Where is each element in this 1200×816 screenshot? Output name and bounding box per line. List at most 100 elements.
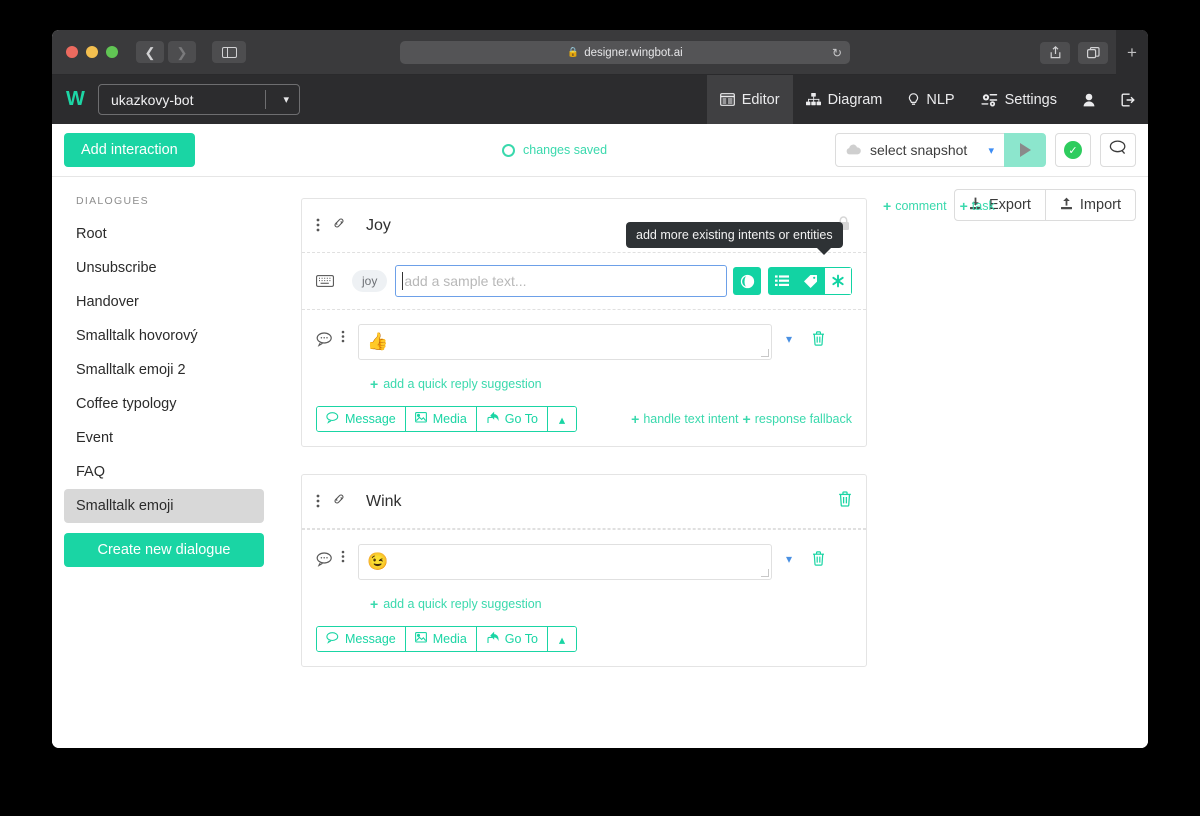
snapshot-label: select snapshot <box>870 142 968 158</box>
chain-link-icon[interactable] <box>332 492 346 511</box>
message-text-input[interactable]: 👍 <box>358 324 772 360</box>
lock-icon: 🔒 <box>567 47 580 58</box>
validate-button[interactable]: ✓ <box>1055 133 1091 167</box>
plus-icon: + <box>370 376 379 392</box>
more-vertical-icon[interactable] <box>341 550 345 565</box>
new-tab-button[interactable]: + <box>1116 30 1148 75</box>
diagram-icon <box>805 93 821 106</box>
maximize-window-button[interactable] <box>106 46 118 58</box>
trash-icon[interactable] <box>838 491 852 512</box>
handle-text-intent-link[interactable]: + handle text intent <box>631 411 738 427</box>
nav-item-editor[interactable]: Editor <box>706 75 793 124</box>
import-button[interactable]: Import <box>1045 189 1136 221</box>
interaction-card-joy: Joy joy add a sample text... add more ex… <box>301 198 867 447</box>
speech-bubble-icon <box>326 412 339 426</box>
plus-icon: + <box>883 198 892 214</box>
add-quick-reply-link[interactable]: + add a quick reply suggestion <box>370 376 852 392</box>
sidebar-item-smalltalk-hovorovy[interactable]: Smalltalk hovorový <box>64 319 264 353</box>
sidebar-item-coffee-typology[interactable]: Coffee typology <box>64 387 264 421</box>
logout-icon <box>1121 93 1135 107</box>
response-fallback-link[interactable]: + response fallback <box>743 411 852 427</box>
card-action-links: + handle text intent + response fallback <box>631 411 852 427</box>
check-circle-icon: ✓ <box>1064 141 1082 159</box>
add-message-button[interactable]: Message <box>317 627 406 651</box>
add-goto-button[interactable]: Go To <box>476 407 548 431</box>
list-icon-button[interactable] <box>768 267 796 295</box>
sidebar-item-event[interactable]: Event <box>64 421 264 455</box>
bot-selector[interactable]: ukazkovy-bot ▾ <box>98 84 300 115</box>
chevron-down-icon[interactable]: ▾ <box>786 552 792 566</box>
add-interaction-button[interactable]: Add interaction <box>64 133 195 167</box>
nav-item-settings[interactable]: Settings <box>968 75 1070 124</box>
speech-bubble-icon <box>326 632 339 646</box>
sidebar-item-root[interactable]: Root <box>64 217 264 251</box>
address-bar[interactable]: 🔒 designer.wingbot.ai ↻ <box>400 41 850 64</box>
share-icon[interactable] <box>1040 41 1070 64</box>
forward-arrow-icon[interactable]: ❯ <box>168 41 196 63</box>
chat-button[interactable] <box>1100 133 1136 167</box>
selector-divider <box>265 90 266 109</box>
address-bar-text: designer.wingbot.ai <box>584 46 683 59</box>
more-vertical-icon[interactable] <box>341 330 345 345</box>
chevron-down-icon[interactable]: ▾ <box>988 144 994 157</box>
traffic-lights <box>66 46 118 58</box>
interaction-card-wink: Wink 😉 ▾ + add a quick reply suggestion … <box>301 474 867 667</box>
trash-icon[interactable] <box>812 331 825 351</box>
nav-label-diagram: Diagram <box>827 91 883 108</box>
add-media-label: Media <box>432 632 467 646</box>
sidebar-toggle-icon[interactable] <box>212 41 246 63</box>
tag-icon-button[interactable] <box>796 267 824 295</box>
add-goto-label: Go To <box>504 632 538 646</box>
add-element-group: Message Media Go To ▴ <box>316 626 578 652</box>
reload-icon[interactable]: ↻ <box>832 46 842 60</box>
minimize-window-button[interactable] <box>86 46 98 58</box>
plus-icon: + <box>370 596 379 612</box>
snapshot-selector[interactable]: select snapshot ▾ <box>835 133 1005 167</box>
nav-item-logout[interactable] <box>1108 75 1148 124</box>
sidebar-item-unsubscribe[interactable]: Unsubscribe <box>64 251 264 285</box>
intent-entity-group <box>768 267 852 295</box>
more-vertical-icon[interactable] <box>316 494 320 510</box>
chevron-down-icon[interactable]: ▾ <box>283 93 289 106</box>
sample-text-input[interactable]: add a sample text... <box>395 265 728 297</box>
collapse-actions-button[interactable]: ▴ <box>547 407 577 431</box>
cloud-upload-icon <box>846 143 861 158</box>
run-snapshot-button[interactable] <box>1004 133 1046 167</box>
add-message-button[interactable]: Message <box>317 407 406 431</box>
message-text-value: 👍 <box>367 332 389 351</box>
chain-link-icon[interactable] <box>332 216 346 235</box>
more-vertical-icon[interactable] <box>316 218 320 234</box>
card-title-joy: Joy <box>366 216 391 234</box>
collapse-actions-button[interactable]: ▴ <box>547 627 577 651</box>
add-media-button[interactable]: Media <box>405 407 477 431</box>
chevron-up-icon: ▴ <box>558 632 566 647</box>
add-goto-button[interactable]: Go To <box>476 627 548 651</box>
sidebar-item-smalltalk-emoji[interactable]: Smalltalk emoji <box>64 489 264 523</box>
add-media-button[interactable]: Media <box>405 627 477 651</box>
message-row: 😉 ▾ <box>316 544 852 580</box>
add-comment-link[interactable]: + comment <box>883 198 947 214</box>
nav-item-diagram[interactable]: Diagram <box>793 75 896 124</box>
back-arrow-icon[interactable]: ❮ <box>136 41 164 63</box>
message-text-input[interactable]: 😉 <box>358 544 772 580</box>
add-task-link[interactable]: + task <box>960 198 995 214</box>
create-new-dialogue-button[interactable]: Create new dialogue <box>64 533 264 567</box>
sidebar-item-faq[interactable]: FAQ <box>64 455 264 489</box>
intent-chip[interactable]: joy <box>352 270 388 292</box>
tab-overview-icon[interactable] <box>1078 41 1108 64</box>
nav-item-nlp[interactable]: NLP <box>895 75 967 124</box>
nav-item-account[interactable] <box>1070 75 1108 124</box>
add-quick-reply-link[interactable]: + add a quick reply suggestion <box>370 596 852 612</box>
sidebar-item-handover[interactable]: Handover <box>64 285 264 319</box>
ai-detect-icon-button[interactable] <box>733 267 761 295</box>
bot-name-label: ukazkovy-bot <box>111 91 194 108</box>
sidebar-item-smalltalk-emoji-2[interactable]: Smalltalk emoji 2 <box>64 353 264 387</box>
add-message-label: Message <box>345 632 396 646</box>
asterisk-icon-button[interactable] <box>824 267 852 295</box>
browser-chrome: ❮ ❯ 🔒 designer.wingbot.ai ↻ + <box>52 30 1148 75</box>
wingbot-logo[interactable]: W <box>52 88 98 111</box>
chevron-down-icon[interactable]: ▾ <box>786 332 792 346</box>
trash-icon[interactable] <box>812 551 825 571</box>
close-window-button[interactable] <box>66 46 78 58</box>
toolbar-right-group: select snapshot ▾ ✓ <box>835 133 1136 167</box>
